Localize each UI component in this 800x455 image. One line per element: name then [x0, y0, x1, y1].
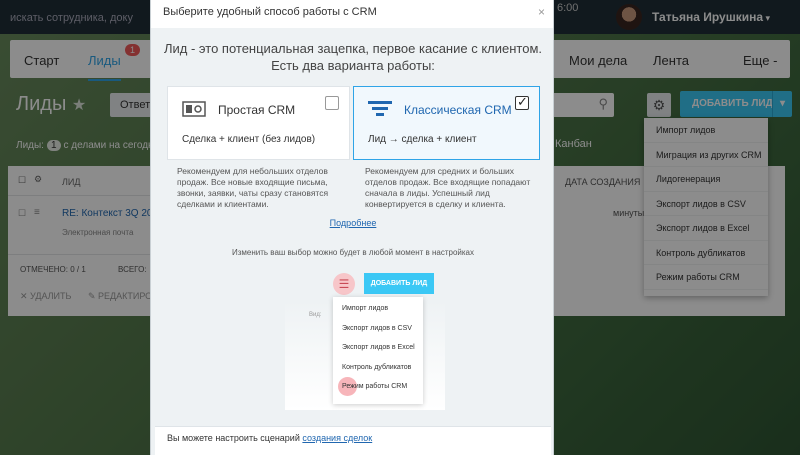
- illustration-menu-item: Импорт лидов: [342, 305, 389, 312]
- list-icon: ☰: [333, 273, 355, 295]
- illustration-menu-item: Контроль дубликатов: [342, 363, 412, 371]
- simple-crm-option[interactable]: Простая CRM Сделка + клиент (без лидов): [167, 86, 350, 160]
- dialog-body: Лид - это потенциальная зацепка, первое …: [155, 28, 551, 455]
- illustration-menu-item-highlighted: Режим работы CRM: [333, 377, 423, 397]
- dialog-header: Выберите удобный способ работы с CRM ×: [151, 0, 553, 28]
- dialog-title: Выберите удобный способ работы с CRM: [163, 6, 377, 18]
- classic-crm-description: Рекомендуем для средних и больших отдело…: [365, 166, 531, 209]
- illustration-menu: Импорт лидов Экспорт лидов в CSV Экспорт…: [333, 297, 423, 404]
- illustration-menu-item: Экспорт лидов в CSV: [342, 324, 412, 332]
- dialog-intro: Лид - это потенциальная зацепка, первое …: [155, 40, 551, 74]
- illustration-menu-item: Экспорт лидов в Excel: [342, 344, 415, 351]
- illustration-view-label: Вид:: [309, 312, 322, 318]
- deal-scenario-link[interactable]: создания сделок: [302, 433, 372, 443]
- simple-crm-subtitle: Сделка + клиент (без лидов): [182, 134, 316, 145]
- classic-crm-subtitle: Лид → сделка + клиент: [368, 134, 477, 145]
- illustration-add-button: ДОБАВИТЬ ЛИД: [364, 273, 434, 294]
- classic-crm-icon: [368, 101, 392, 116]
- simple-crm-icon: [182, 101, 206, 117]
- more-info-label[interactable]: Подробнее: [330, 218, 377, 228]
- intro-line-2: Есть два варианта работы:: [271, 58, 435, 73]
- settings-illustration: Вид: ☰ ДОБАВИТЬ ЛИД Импорт лидов Экспорт…: [285, 270, 445, 410]
- dialog-footer: Вы можете настроить сценарий создания сд…: [155, 426, 551, 455]
- intro-line-1: Лид - это потенциальная зацепка, первое …: [163, 41, 542, 56]
- close-icon[interactable]: ×: [538, 5, 545, 19]
- classic-crm-checkbox[interactable]: [515, 94, 529, 110]
- footer-text: Вы можете настроить сценарий создания сд…: [167, 433, 372, 443]
- more-info-link[interactable]: Подробнее: [155, 218, 551, 228]
- simple-crm-title: Простая CRM: [218, 103, 296, 117]
- simple-crm-checkbox[interactable]: [325, 96, 339, 110]
- classic-crm-title: Классическая CRM: [404, 103, 512, 117]
- classic-crm-option[interactable]: Классическая CRM Лид → сделка + клиент: [353, 86, 540, 160]
- footer-text-label: Вы можете настроить сценарий: [167, 433, 300, 443]
- crm-mode-dialog: Выберите удобный способ работы с CRM × Л…: [150, 0, 554, 455]
- change-later-note: Изменить ваш выбор можно будет в любой м…: [231, 248, 474, 257]
- simple-crm-description: Рекомендуем для небольших отделов продаж…: [177, 166, 329, 209]
